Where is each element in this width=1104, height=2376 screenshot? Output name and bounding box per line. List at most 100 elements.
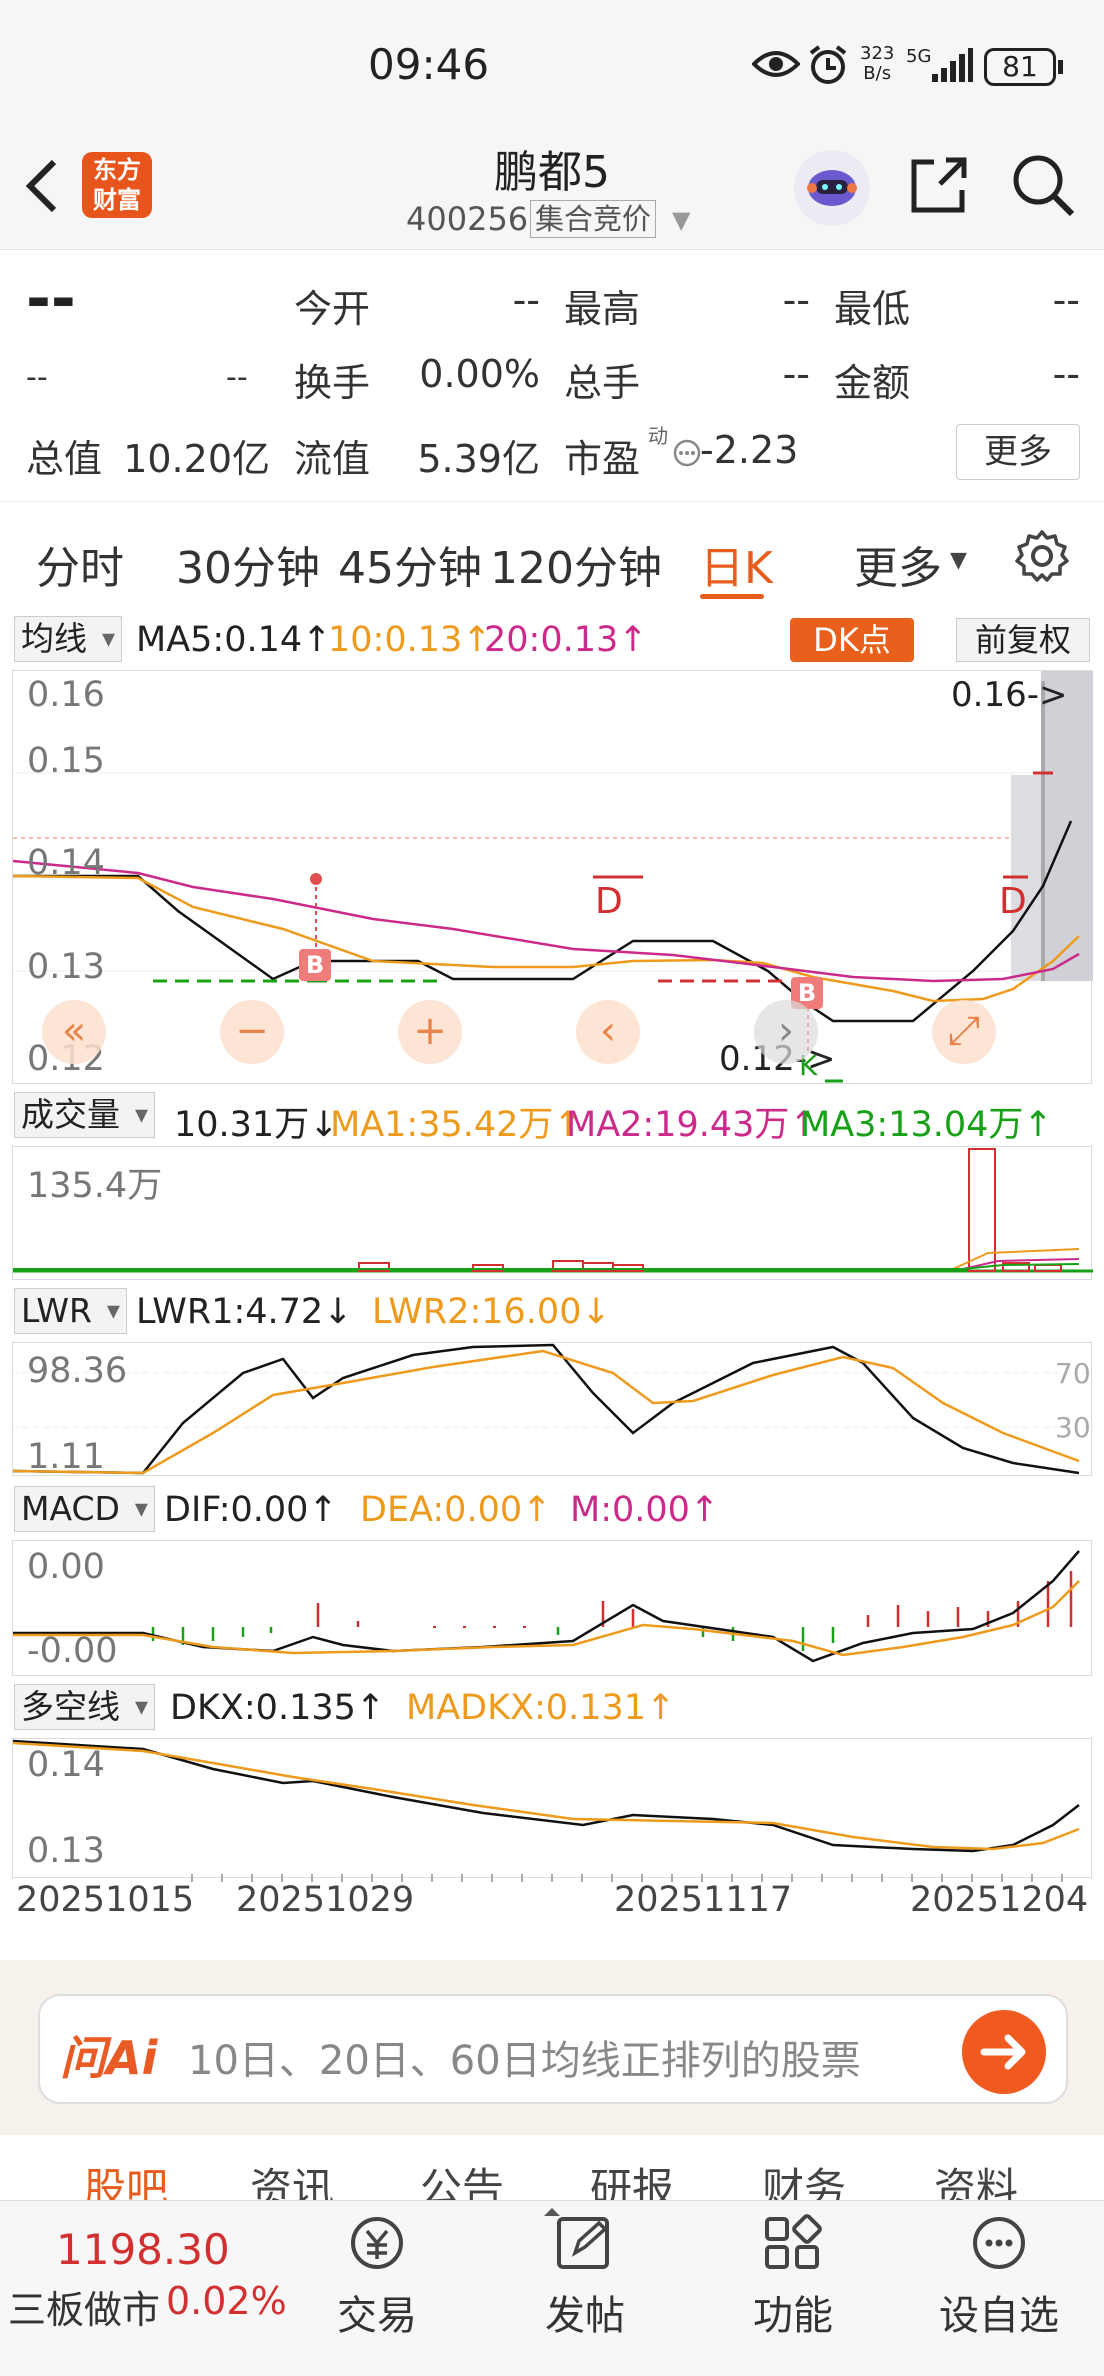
- ma10-value: 10:0.13↑: [328, 620, 492, 660]
- post-label: 发帖: [545, 2293, 625, 2339]
- index-name[interactable]: 三板做市: [8, 2279, 160, 2334]
- change-percent: --: [226, 360, 248, 395]
- lwr-panel: 98.36 1.11 70 30: [12, 1342, 1093, 1477]
- float-value: 5.39亿: [417, 437, 540, 481]
- volume-ma3: MA3:13.04万↑: [800, 1105, 1053, 1145]
- macd-panel: 0.00 -0.00: [12, 1540, 1092, 1676]
- amount-label: 金额: [834, 361, 911, 405]
- robot-assistant-icon[interactable]: [794, 150, 870, 226]
- gear-icon[interactable]: [1014, 528, 1070, 588]
- tab-finance[interactable]: 财务: [762, 2155, 846, 2200]
- kline-y-label: 0.13: [27, 947, 105, 987]
- kline-y-label: 0.14: [27, 843, 105, 883]
- buy-signal-badge[interactable]: B: [299, 949, 331, 981]
- scroll-left-fast-button[interactable]: «: [42, 1000, 106, 1064]
- tab-30min[interactable]: 30分钟: [176, 532, 320, 596]
- total-value: 10.20亿: [123, 437, 270, 481]
- volume-label: 总手: [564, 361, 641, 405]
- dkx-indicator-bar: 多空线 DKX:0.135↑ MADKX:0.131↑: [0, 1678, 1104, 1740]
- alarm-icon: [808, 44, 848, 90]
- high-price-marker: 0.16->: [951, 675, 1068, 715]
- high-label: 最高: [564, 287, 641, 331]
- trade-button[interactable]: 交易: [302, 2213, 452, 2341]
- lwr-ref-70: 70: [1055, 1357, 1091, 1390]
- zoom-in-button[interactable]: +: [398, 1000, 462, 1064]
- high-value: --: [782, 278, 810, 322]
- lwr-indicator-bar: LWR LWR1:4.72↓ LWR2:16.00↓: [0, 1282, 1104, 1344]
- dkx-y-bottom: 0.13: [27, 1831, 105, 1871]
- tab-intraday[interactable]: 分时: [36, 532, 124, 596]
- volume-panel: 135.4万: [12, 1146, 1093, 1280]
- dk-point-button[interactable]: DK点: [790, 618, 914, 662]
- volume-y-label: 135.4万: [27, 1166, 163, 1206]
- add-watchlist-button[interactable]: 设自选: [924, 2213, 1074, 2341]
- scroll-left-button[interactable]: ‹: [576, 1000, 640, 1064]
- net-speed-value: 323: [860, 43, 895, 64]
- macd-select[interactable]: MACD: [14, 1486, 155, 1532]
- auction-mode-select[interactable]: 集合竞价: [530, 200, 657, 238]
- yen-icon: [351, 2217, 403, 2269]
- post-button[interactable]: 发帖: [510, 2213, 660, 2341]
- scroll-right-button[interactable]: ›: [754, 1000, 818, 1064]
- ai-search-placeholder: 10日、20日、60日均线正排列的股票: [188, 2038, 861, 2084]
- signal-icon: [930, 46, 974, 88]
- info-icon[interactable]: [672, 438, 702, 472]
- battery-tip: [1058, 60, 1063, 74]
- tab-research[interactable]: 研报: [590, 2155, 674, 2200]
- turnover-value: 0.00%: [419, 352, 540, 396]
- pe-dynamic-mark: 动: [648, 424, 668, 448]
- volume-indicator-bar: 成交量 10.31万↓ MA1:35.42万↑ MA2:19.43万↑ MA3:…: [0, 1086, 1104, 1148]
- tab-more[interactable]: 更多: [854, 532, 942, 596]
- macd-m: M:0.00↑: [570, 1490, 720, 1530]
- kline-y-label: 0.16: [27, 675, 105, 715]
- index-change[interactable]: 0.02%: [166, 2279, 287, 2323]
- ai-search-section: 问Ai 10日、20日、60日均线正排列的股票: [0, 1960, 1104, 2135]
- amount-value: --: [1052, 352, 1080, 396]
- volume-select[interactable]: 成交量: [14, 1092, 155, 1138]
- share-icon[interactable]: [906, 152, 972, 222]
- tab-news[interactable]: 资讯: [250, 2155, 334, 2200]
- search-icon[interactable]: [1010, 152, 1076, 222]
- index-value[interactable]: 1198.30: [56, 2225, 230, 2274]
- dkx-value: DKX:0.135↑: [170, 1688, 386, 1728]
- more-quote-button[interactable]: 更多: [956, 424, 1080, 480]
- ai-logo: 问Ai: [60, 2031, 158, 2085]
- dkx-y-top: 0.14: [27, 1745, 105, 1785]
- date-label: 20251029: [236, 1880, 415, 1920]
- turnover-label: 换手: [294, 361, 371, 405]
- fullscreen-icon[interactable]: ⤢: [932, 1000, 996, 1064]
- function-button[interactable]: 功能: [718, 2213, 868, 2341]
- period-tabs: 分时 30分钟 45分钟 120分钟 日K 更多 ▼: [0, 506, 1104, 606]
- info-tabs: 股吧 资讯 公告 研报 财务 资料: [0, 2135, 1104, 2200]
- status-time: 09:46: [368, 40, 490, 89]
- ai-search-box[interactable]: 问Ai 10日、20日、60日均线正排列的股票: [38, 1994, 1068, 2104]
- tab-45min[interactable]: 45分钟: [338, 532, 482, 596]
- dkx-select[interactable]: 多空线: [14, 1684, 155, 1730]
- lwr-select[interactable]: LWR: [14, 1288, 127, 1334]
- bottom-toolbar: 1198.30 三板做市 0.02% 交易 发帖 功能 设自选: [0, 2200, 1104, 2376]
- tab-forum[interactable]: 股吧: [84, 2155, 168, 2200]
- ma-indicator-bar: 均线 MA5:0.14↑ 10:0.13↑ 20:0.13↑ DK点 前复权: [0, 610, 1104, 672]
- tab-120min[interactable]: 120分钟: [490, 532, 662, 596]
- macd-dif: DIF:0.00↑: [164, 1490, 338, 1530]
- madkx-value: MADKX:0.131↑: [406, 1688, 676, 1728]
- battery-icon: 81: [984, 48, 1056, 86]
- volume-value: --: [782, 352, 810, 396]
- lwr2-value: LWR2:16.00↓: [372, 1292, 611, 1332]
- ma5-value: MA5:0.14↑: [136, 620, 332, 660]
- tab-announcements[interactable]: 公告: [420, 2155, 504, 2200]
- ma-select[interactable]: 均线: [14, 616, 122, 662]
- tab-daily-k[interactable]: 日K: [700, 532, 773, 596]
- kline-y-label: 0.15: [27, 741, 105, 781]
- function-label: 功能: [753, 2293, 833, 2339]
- lwr-y-top: 98.36: [27, 1351, 128, 1391]
- active-tab-indicator: [700, 594, 764, 599]
- open-value: --: [512, 278, 540, 322]
- tab-profile[interactable]: 资料: [934, 2155, 1018, 2200]
- zoom-out-button[interactable]: −: [220, 1000, 284, 1064]
- volume-ma1: MA1:35.42万↑: [330, 1105, 583, 1145]
- adjust-mode-button[interactable]: 前复权: [956, 618, 1090, 662]
- volume-value: 10.31万↓: [174, 1105, 339, 1145]
- arrow-right-icon[interactable]: [962, 2010, 1046, 2094]
- change-amount: --: [26, 360, 48, 395]
